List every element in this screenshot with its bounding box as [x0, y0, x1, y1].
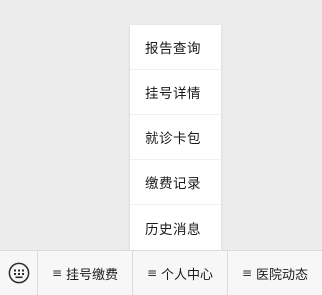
menu-item-medical-card[interactable]: 就诊卡包: [130, 115, 221, 160]
bottom-menu-bar: ≡ 挂号缴费 ≡ 个人中心 ≡ 医院动态: [0, 250, 322, 295]
menu-item-registration-details[interactable]: 挂号详情: [130, 70, 221, 115]
tab-registration-payment[interactable]: ≡ 挂号缴费: [38, 251, 133, 295]
tab-label: 个人中心: [161, 267, 214, 283]
hamburger-icon: ≡: [241, 266, 253, 280]
menu-item-history-messages[interactable]: 历史消息: [130, 205, 221, 250]
hamburger-icon: ≡: [51, 266, 63, 280]
tab-label: 医院动态: [256, 267, 309, 283]
popup-submenu: 报告查询 挂号详情 就诊卡包 缴费记录 历史消息: [130, 25, 221, 250]
keyboard-icon: [8, 262, 29, 284]
tab-label: 挂号缴费: [66, 267, 119, 283]
menu-item-report-query[interactable]: 报告查询: [130, 25, 221, 70]
menu-item-payment-records[interactable]: 缴费记录: [130, 160, 221, 205]
hamburger-icon: ≡: [146, 266, 158, 280]
tab-hospital-news[interactable]: ≡ 医院动态: [228, 251, 322, 295]
tab-personal-center[interactable]: ≡ 个人中心: [133, 251, 228, 295]
keyboard-toggle-button[interactable]: [0, 251, 38, 295]
